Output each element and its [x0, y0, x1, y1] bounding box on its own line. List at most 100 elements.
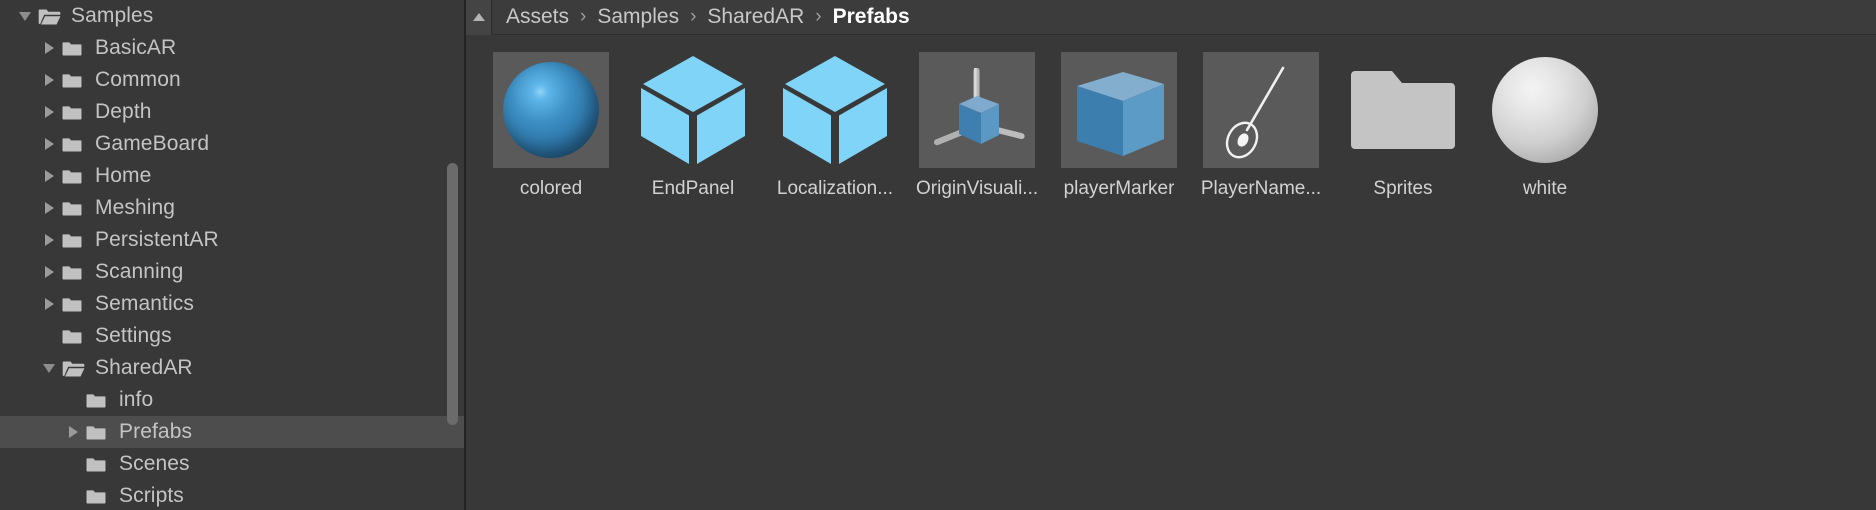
- asset-label: Sprites: [1373, 178, 1433, 199]
- tree-item-settings[interactable]: Settings: [0, 320, 466, 352]
- folder-icon: [62, 64, 88, 96]
- folder-open-icon: [62, 352, 88, 384]
- chevron-right-icon[interactable]: [36, 192, 62, 224]
- tree-item-label: Scenes: [119, 452, 190, 475]
- folder-icon: [62, 224, 88, 256]
- solid-cube-icon[interactable]: [1061, 52, 1177, 168]
- breadcrumb-bar: Assets › Samples › SharedAR › Prefabs: [466, 0, 1876, 35]
- asset-item[interactable]: white: [1486, 52, 1604, 200]
- tree-item-scenes[interactable]: Scenes: [0, 448, 466, 480]
- chevron-right-icon[interactable]: [60, 416, 86, 448]
- tree-item-meshing[interactable]: Meshing: [0, 192, 466, 224]
- tree-item-label: BasicAR: [95, 36, 177, 59]
- folder-icon: [62, 32, 88, 64]
- folder-icon: [86, 448, 112, 480]
- tree-item-samples[interactable]: Samples: [0, 0, 466, 32]
- tree-item-label: Prefabs: [119, 420, 193, 443]
- chevron-right-icon[interactable]: [36, 160, 62, 192]
- tree-item-scripts[interactable]: Scripts: [0, 480, 466, 510]
- tree-item-label: Scanning: [95, 260, 184, 283]
- folder-icon: [86, 416, 112, 448]
- chevron-up-icon: [472, 13, 485, 21]
- tree-item-label: SharedAR: [95, 356, 193, 379]
- asset-label: Localization...: [776, 178, 894, 199]
- chevron-right-icon[interactable]: [36, 256, 62, 288]
- asset-item[interactable]: colored: [492, 52, 610, 200]
- folder-icon: [62, 288, 88, 320]
- tree-item-prefabs[interactable]: Prefabs: [0, 416, 466, 448]
- chevron-right-icon[interactable]: [36, 288, 62, 320]
- chevron-right-icon[interactable]: [36, 224, 62, 256]
- folder-tree: Samples BasicAR Common Depth GameBoard Home Me…: [0, 0, 466, 510]
- tree-item-label: Samples: [71, 4, 154, 27]
- tree-item-label: Semantics: [95, 292, 194, 315]
- asset-label: white: [1522, 178, 1568, 199]
- folder-open-icon: [38, 0, 64, 32]
- folder-icon: [62, 96, 88, 128]
- asset-label: EndPanel: [651, 178, 735, 199]
- tree-item-label: Common: [95, 68, 181, 91]
- asset-item[interactable]: Localization...: [776, 52, 894, 200]
- breadcrumb-item-sharedar[interactable]: SharedAR: [707, 5, 804, 29]
- breadcrumb-separator: ›: [690, 6, 697, 27]
- tree-item-depth[interactable]: Depth: [0, 96, 466, 128]
- folder-icon: [62, 192, 88, 224]
- breadcrumb-item-samples[interactable]: Samples: [597, 5, 679, 29]
- tree-item-info[interactable]: info: [0, 384, 466, 416]
- collapse-panel-button[interactable]: [466, 0, 492, 35]
- folder-icon: [86, 384, 112, 416]
- tree-item-label: Home: [95, 164, 152, 187]
- tree-item-label: Depth: [95, 100, 152, 123]
- asset-item[interactable]: Sprites: [1344, 52, 1462, 200]
- needle-pin-icon[interactable]: [1203, 52, 1319, 168]
- asset-label: PlayerName...: [1200, 178, 1322, 199]
- chevron-right-icon[interactable]: [36, 96, 62, 128]
- tree-item-semantics[interactable]: Semantics: [0, 288, 466, 320]
- chevron-right-icon[interactable]: [36, 128, 62, 160]
- tree-item-gameboard[interactable]: GameBoard: [0, 128, 466, 160]
- folder-icon[interactable]: [1345, 52, 1461, 168]
- folder-icon: [62, 320, 88, 352]
- tree-item-label: info: [119, 388, 154, 411]
- asset-item[interactable]: PlayerName...: [1200, 52, 1322, 200]
- asset-browser-panel: Assets › Samples › SharedAR › Prefabs colored E…: [466, 0, 1876, 510]
- tree-item-label: Scripts: [119, 484, 184, 507]
- tree-item-label: Meshing: [95, 196, 176, 219]
- tree-item-home[interactable]: Home: [0, 160, 466, 192]
- tree-item-sharedar[interactable]: SharedAR: [0, 352, 466, 384]
- breadcrumb-separator: ›: [580, 6, 587, 27]
- prefab-cube-icon[interactable]: [635, 52, 751, 168]
- tree-item-basicar[interactable]: BasicAR: [0, 32, 466, 64]
- tree-item-label: GameBoard: [95, 132, 210, 155]
- tree-item-label: Settings: [95, 324, 172, 347]
- sphere-blue-icon[interactable]: [493, 52, 609, 168]
- tree-item-common[interactable]: Common: [0, 64, 466, 96]
- axis-cube-icon[interactable]: [919, 52, 1035, 168]
- tree-item-scanning[interactable]: Scanning: [0, 256, 466, 288]
- asset-grid: colored EndPanel Localization... OriginVisu…: [466, 35, 1876, 200]
- folder-icon: [62, 256, 88, 288]
- asset-label: playerMarker: [1063, 178, 1175, 199]
- breadcrumb-item-assets[interactable]: Assets: [506, 5, 569, 29]
- project-browser-window: Samples BasicAR Common Depth GameBoard Home Me…: [0, 0, 1876, 510]
- prefab-cube-icon[interactable]: [777, 52, 893, 168]
- breadcrumb: Assets › Samples › SharedAR › Prefabs: [492, 5, 910, 29]
- chevron-right-icon[interactable]: [36, 64, 62, 96]
- project-tree-panel: Samples BasicAR Common Depth GameBoard Home Me…: [0, 0, 466, 510]
- asset-item[interactable]: playerMarker: [1060, 52, 1178, 200]
- asset-item[interactable]: OriginVisuali...: [916, 52, 1038, 200]
- sphere-white-icon[interactable]: [1487, 52, 1603, 168]
- chevron-down-icon[interactable]: [36, 352, 62, 384]
- chevron-down-icon[interactable]: [12, 0, 38, 32]
- tree-item-label: PersistentAR: [95, 228, 219, 251]
- sidebar-scrollbar-thumb[interactable]: [447, 163, 458, 425]
- chevron-right-icon[interactable]: [36, 32, 62, 64]
- folder-icon: [62, 160, 88, 192]
- breadcrumb-item-prefabs[interactable]: Prefabs: [833, 5, 910, 29]
- tree-item-persistentar[interactable]: PersistentAR: [0, 224, 466, 256]
- folder-icon: [62, 128, 88, 160]
- asset-item[interactable]: EndPanel: [634, 52, 752, 200]
- asset-label: OriginVisuali...: [916, 178, 1038, 199]
- folder-icon: [86, 480, 112, 510]
- asset-label: colored: [519, 178, 583, 199]
